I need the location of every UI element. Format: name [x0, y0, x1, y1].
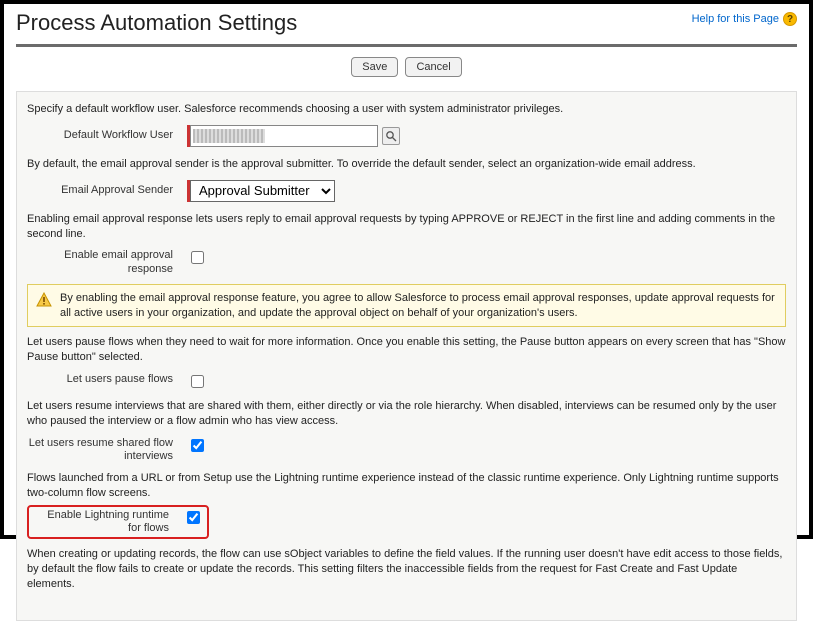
- lightning-highlight: Enable Lightning runtime for flows: [27, 505, 209, 539]
- email-sender-desc: By default, the email approval sender is…: [27, 157, 786, 172]
- warning-box: By enabling the email approval response …: [27, 284, 786, 328]
- enable-email-desc: Enabling email approval response lets us…: [27, 212, 786, 242]
- help-link-label: Help for this Page: [692, 13, 779, 25]
- lightning-desc: Flows launched from a URL or from Setup …: [27, 471, 786, 501]
- pause-flows-label: Let users pause flows: [27, 373, 187, 386]
- enable-email-checkbox[interactable]: [191, 251, 204, 264]
- lookup-icon[interactable]: [382, 127, 400, 145]
- help-icon: ?: [783, 12, 797, 26]
- divider: [16, 44, 797, 47]
- resume-shared-desc: Let users resume interviews that are sha…: [27, 399, 786, 429]
- save-button[interactable]: Save: [351, 57, 398, 77]
- resume-shared-label: Let users resume shared flow interviews: [27, 437, 187, 463]
- redacted-value: [193, 129, 265, 143]
- cancel-button[interactable]: Cancel: [405, 57, 461, 77]
- default-workflow-user-input[interactable]: [267, 127, 377, 145]
- pause-flows-checkbox[interactable]: [191, 375, 204, 388]
- default-user-desc: Specify a default workflow user. Salesfo…: [27, 102, 786, 117]
- default-workflow-user-label: Default Workflow User: [27, 128, 187, 143]
- pause-flows-desc: Let users pause flows when they need to …: [27, 335, 786, 365]
- sobject-desc: When creating or updating records, the f…: [27, 547, 786, 592]
- help-link[interactable]: Help for this Page ?: [692, 12, 797, 26]
- page-title: Process Automation Settings: [16, 10, 297, 36]
- resume-shared-checkbox[interactable]: [191, 439, 204, 452]
- warning-icon: [36, 292, 52, 308]
- warning-text: By enabling the email approval response …: [60, 291, 777, 321]
- lightning-checkbox[interactable]: [187, 511, 200, 524]
- enable-email-label: Enable email approval response: [27, 249, 187, 275]
- settings-panel: Specify a default workflow user. Salesfo…: [16, 91, 797, 621]
- email-approval-sender-label: Email Approval Sender: [27, 183, 187, 198]
- lightning-label: Enable Lightning runtime for flows: [33, 509, 183, 535]
- email-approval-sender-select[interactable]: Approval Submitter: [190, 180, 335, 202]
